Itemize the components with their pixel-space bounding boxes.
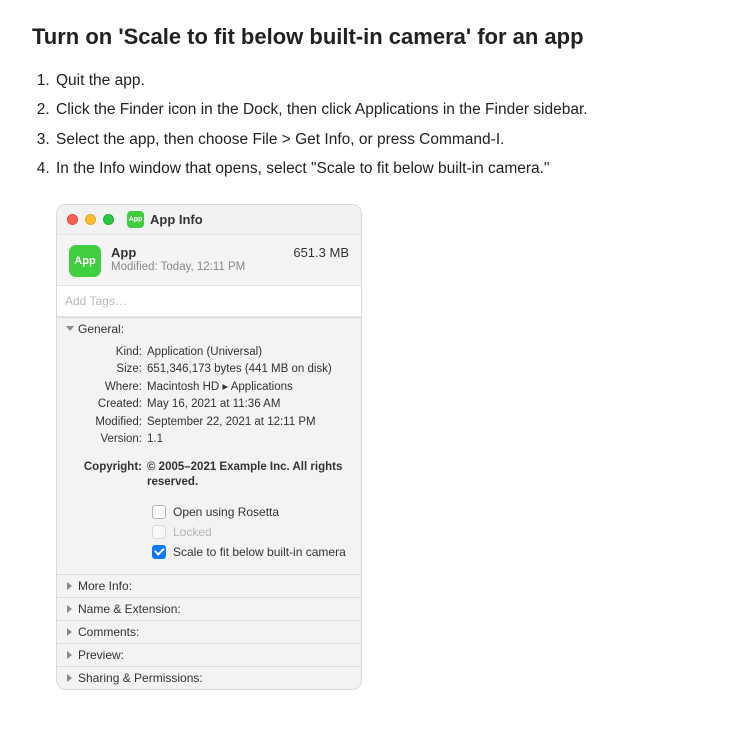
checkbox-icon: [152, 525, 166, 539]
section-more-info: More Info:: [57, 574, 361, 597]
scale-option[interactable]: Scale to fit below built-in camera: [67, 542, 351, 562]
chevron-right-icon: [65, 604, 74, 613]
section-label: Preview:: [78, 648, 124, 662]
step-item: Click the Finder icon in the Dock, then …: [54, 95, 706, 124]
chevron-right-icon: [65, 673, 74, 682]
option-label: Scale to fit below built-in camera: [173, 545, 346, 559]
checkbox-icon[interactable]: [152, 505, 166, 519]
created-label: Created:: [67, 397, 147, 413]
where-value: Macintosh HD ▸ Applications: [147, 380, 351, 396]
modified-value: September 22, 2021 at 12:11 PM: [147, 415, 351, 431]
info-header: App App Modified: Today, 12:11 PM 651.3 …: [57, 235, 361, 285]
section-preview: Preview:: [57, 643, 361, 666]
tags-field[interactable]: [57, 285, 361, 317]
modified-label: Modified:: [67, 415, 147, 431]
section-label: Comments:: [78, 625, 139, 639]
section-name-extension: Name & Extension:: [57, 597, 361, 620]
where-label: Where:: [67, 380, 147, 396]
version-value: 1.1: [147, 432, 351, 448]
tags-input[interactable]: [57, 286, 361, 316]
chevron-down-icon: [65, 324, 74, 333]
section-comments: Comments:: [57, 620, 361, 643]
window-titlebar: App App Info: [57, 205, 361, 235]
minimize-icon[interactable]: [85, 214, 96, 225]
section-general: General: Kind:Application (Universal) Si…: [57, 317, 361, 574]
window-title: App Info: [150, 212, 203, 227]
version-label: Version:: [67, 432, 147, 448]
chevron-right-icon: [65, 650, 74, 659]
get-info-window: App App Info App App Modified: Today, 12…: [56, 204, 362, 690]
size-value: 651,346,173 bytes (441 MB on disk): [147, 362, 351, 378]
traffic-lights: [67, 214, 114, 225]
section-toggle-more-info[interactable]: More Info:: [57, 575, 361, 597]
kind-value: Application (Universal): [147, 345, 351, 361]
copyright-label: Copyright:: [67, 460, 147, 491]
rosetta-option[interactable]: Open using Rosetta: [67, 502, 351, 522]
step-item: Quit the app.: [54, 66, 706, 95]
app-icon: App: [127, 211, 144, 228]
created-value: May 16, 2021 at 11:36 AM: [147, 397, 351, 413]
kind-label: Kind:: [67, 345, 147, 361]
chevron-right-icon: [65, 627, 74, 636]
copyright-value: © 2005–2021 Example Inc. All rights rese…: [147, 460, 351, 491]
page-title: Turn on 'Scale to fit below built-in cam…: [32, 24, 706, 50]
section-sharing-permissions: Sharing & Permissions:: [57, 666, 361, 689]
locked-option: Locked: [67, 522, 351, 542]
section-toggle-comments[interactable]: Comments:: [57, 621, 361, 643]
section-toggle-general[interactable]: General:: [57, 318, 361, 340]
chevron-right-icon: [65, 581, 74, 590]
step-item: In the Info window that opens, select "S…: [54, 154, 706, 183]
checkbox-checked-icon[interactable]: [152, 545, 166, 559]
section-toggle-name-extension[interactable]: Name & Extension:: [57, 598, 361, 620]
app-name: App: [111, 245, 283, 260]
section-label: More Info:: [78, 579, 132, 593]
zoom-icon[interactable]: [103, 214, 114, 225]
file-size: 651.3 MB: [293, 245, 349, 260]
section-label: Sharing & Permissions:: [78, 671, 203, 685]
size-label: Size:: [67, 362, 147, 378]
modified-summary: Modified: Today, 12:11 PM: [111, 261, 283, 273]
app-icon: App: [69, 245, 101, 277]
section-toggle-preview[interactable]: Preview:: [57, 644, 361, 666]
section-label: General:: [78, 322, 124, 336]
close-icon[interactable]: [67, 214, 78, 225]
steps-list: Quit the app. Click the Finder icon in t…: [32, 66, 706, 184]
step-item: Select the app, then choose File > Get I…: [54, 125, 706, 154]
option-label: Open using Rosetta: [173, 505, 279, 519]
section-toggle-sharing[interactable]: Sharing & Permissions:: [57, 667, 361, 689]
option-label: Locked: [173, 525, 212, 539]
section-label: Name & Extension:: [78, 602, 181, 616]
